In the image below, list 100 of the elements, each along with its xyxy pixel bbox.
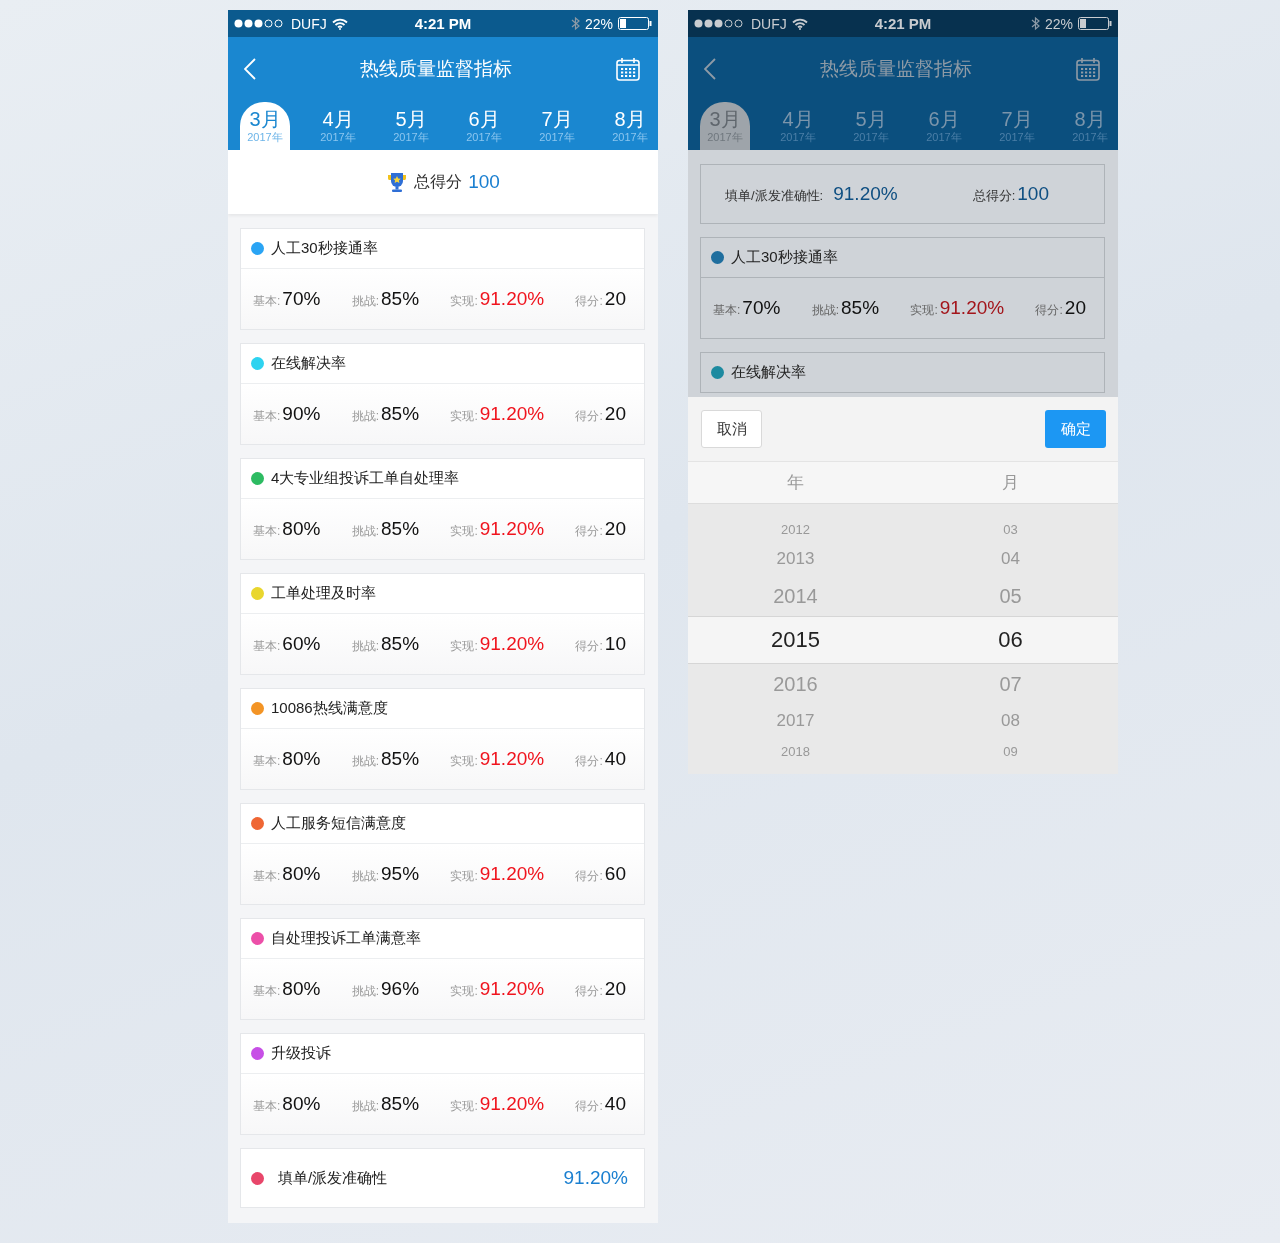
picker-wheel[interactable]: 2012 03 2013 04 2014 05 2015 06 2016 07 2017 08 2018 09: [688, 504, 1118, 774]
calendar-icon[interactable]: [616, 56, 640, 81]
metric-name: 填单/派发准确性: [278, 1168, 388, 1188]
metric-value: 91.20%: [563, 1167, 628, 1189]
total-score-value: 100: [1017, 183, 1049, 205]
picker-option[interactable]: 2014: [773, 584, 818, 608]
battery-icon: [618, 17, 652, 30]
stat-label: 基本:: [253, 523, 281, 540]
stat-value: 85%: [381, 518, 420, 540]
status-time: 4:21 PM: [414, 15, 472, 32]
metric-name: 升级投诉: [271, 1044, 331, 1063]
stat-label: 基本:: [253, 408, 281, 425]
stat-value: 20: [604, 288, 626, 310]
bluetooth-icon: [570, 16, 580, 31]
signal-icon: [234, 19, 286, 28]
picker-option[interactable]: 2018: [781, 743, 810, 759]
picker-option[interactable]: 2015: [771, 627, 820, 653]
status-time: 4:21 PM: [874, 15, 932, 32]
picker-option[interactable]: 2016: [773, 672, 818, 696]
picker-option[interactable]: 05: [999, 584, 1022, 608]
stat-value: 91.20%: [479, 748, 545, 770]
stat-value: 85%: [841, 297, 880, 319]
stat-value: 80%: [282, 978, 321, 1000]
stat-label: 实现:: [450, 523, 478, 540]
month-tab[interactable]: 4月 2017年: [318, 102, 358, 150]
wifi-icon: [791, 17, 808, 30]
picker-option[interactable]: 08: [1001, 711, 1020, 731]
stat-value: 10: [604, 633, 626, 655]
stat-value: 70%: [742, 297, 781, 319]
picker-option[interactable]: 03: [1003, 521, 1018, 537]
battery-percent: 22%: [1044, 15, 1073, 32]
stat-label: 挑战:: [351, 868, 380, 885]
metric-name: 人工30秒接通率: [731, 248, 838, 267]
bluetooth-icon: [1030, 16, 1040, 31]
stat-label: 基本:: [253, 868, 281, 885]
stat-label: 挑战:: [351, 983, 380, 1000]
stat-value: 20: [604, 518, 626, 540]
stat-value: 91.20%: [479, 863, 545, 885]
column-header: 月: [1002, 472, 1019, 494]
picker-option[interactable]: 07: [999, 672, 1022, 696]
stat-value: 80%: [282, 748, 321, 770]
month-tab[interactable]: 6月 2017年: [464, 102, 504, 150]
picker-option[interactable]: 2013: [776, 549, 815, 569]
battery-icon: [1078, 17, 1112, 30]
stat-label: 挑战:: [811, 302, 840, 319]
stat-label: 实现:: [450, 1098, 478, 1115]
stat-value: 91.20%: [479, 403, 545, 425]
stat-label: 得分:: [575, 293, 603, 310]
cancel-button[interactable]: 取消: [701, 410, 762, 448]
column-header: 年: [787, 472, 804, 494]
stat-label: 实现:: [450, 983, 478, 1000]
stat-value: 20: [604, 978, 626, 1000]
stat-value: 85%: [381, 288, 420, 310]
page-title: 热线质量监督指标: [360, 56, 512, 81]
stat-label: 挑战:: [351, 1098, 380, 1115]
stat-value: 40: [604, 748, 626, 770]
month-tab[interactable]: 5月 2017年: [391, 102, 431, 150]
stat-label: 实现:: [450, 868, 478, 885]
stat-label: 得分:: [575, 523, 603, 540]
picker-option[interactable]: 06: [998, 627, 1023, 653]
stat-value: 91.20%: [939, 297, 1005, 319]
accuracy-value: 91.20%: [833, 183, 898, 205]
stat-value: 80%: [282, 1093, 321, 1115]
carrier-name: DUFJ: [291, 15, 327, 32]
stat-value: 60: [604, 863, 626, 885]
stat-label: 基本:: [253, 1098, 281, 1115]
wifi-icon: [331, 17, 348, 30]
month-tab[interactable]: 7月 2017年: [537, 102, 577, 150]
calendar-icon[interactable]: [1076, 56, 1100, 81]
stat-label: 实现:: [910, 302, 938, 319]
signal-icon: [694, 19, 746, 28]
stat-label: 基本:: [253, 638, 281, 655]
picker-option[interactable]: 09: [1003, 743, 1018, 759]
month-tab[interactable]: 8月 2017年: [610, 102, 650, 150]
stat-label: 基本:: [713, 302, 741, 319]
stat-value: 91.20%: [479, 978, 545, 1000]
stat-label: 得分:: [575, 1098, 603, 1115]
total-score-label: 总得分:: [972, 187, 1016, 205]
confirm-button[interactable]: 确定: [1045, 410, 1106, 448]
stat-value: 90%: [282, 403, 321, 425]
stat-label: 得分:: [575, 638, 603, 655]
stat-label: 得分:: [575, 868, 603, 885]
back-icon[interactable]: [704, 57, 716, 80]
month-tab[interactable]: 3月 2017年: [240, 102, 290, 150]
stat-value: 85%: [381, 403, 420, 425]
picker-option[interactable]: 2012: [781, 521, 810, 537]
stat-value: 95%: [381, 863, 420, 885]
stat-value: 91.20%: [479, 288, 545, 310]
stat-label: 实现:: [450, 293, 478, 310]
stat-label: 得分:: [575, 408, 603, 425]
stat-label: 得分:: [575, 753, 603, 770]
stat-label: 基本:: [253, 753, 281, 770]
picker-option[interactable]: 2017: [776, 711, 815, 731]
stat-value: 91.20%: [479, 518, 545, 540]
metric-name: 工单处理及时率: [271, 584, 376, 603]
picker-option[interactable]: 04: [1001, 549, 1020, 569]
total-score-label: 总得分: [414, 171, 463, 192]
metric-name: 在线解决率: [731, 363, 806, 382]
stat-label: 实现:: [450, 753, 478, 770]
battery-percent: 22%: [584, 15, 613, 32]
